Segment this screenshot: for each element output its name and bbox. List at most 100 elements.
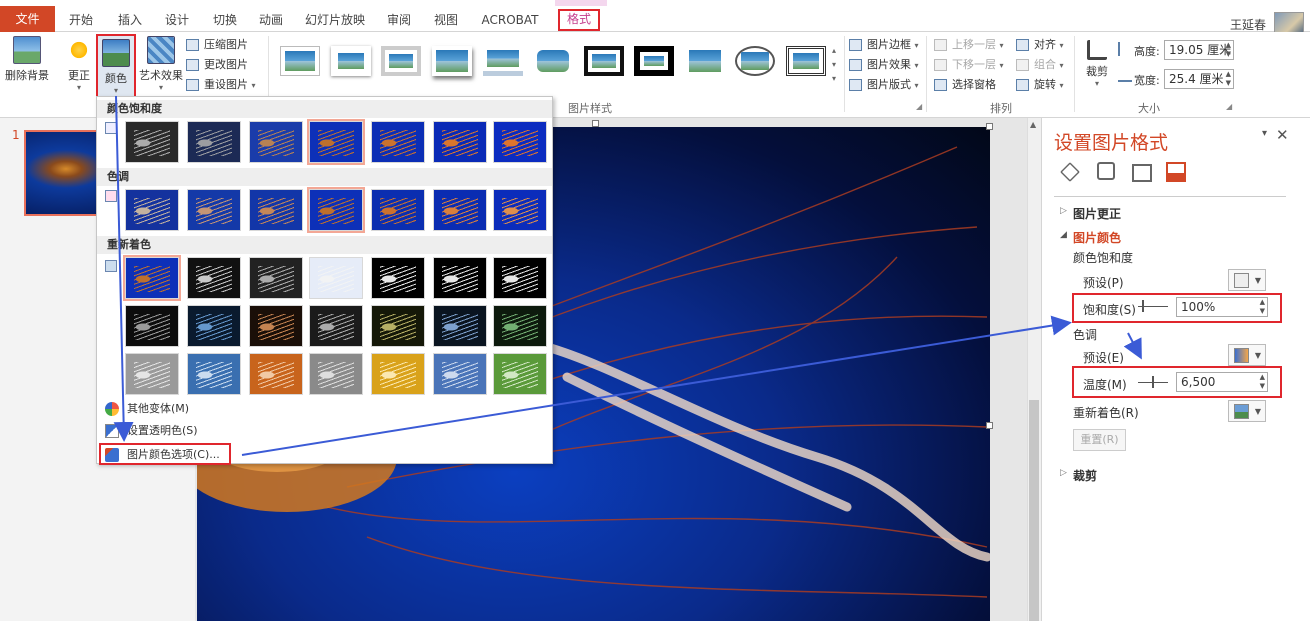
expand-arrow-icon[interactable]: ▷ — [1060, 206, 1067, 216]
close-icon[interactable]: ✕ — [1276, 126, 1289, 144]
group-button[interactable]: 组合 ▾ — [1016, 56, 1064, 74]
color-swatch[interactable] — [493, 257, 547, 299]
artistic-effects-button[interactable]: 艺术效果 ▾ — [138, 36, 184, 92]
more-variations-item[interactable]: 其他变体(M) — [101, 399, 189, 419]
color-swatch[interactable] — [371, 305, 425, 347]
color-swatch[interactable] — [371, 189, 425, 231]
picture-effects-button[interactable]: 图片效果 ▾ — [849, 56, 919, 74]
color-swatch[interactable] — [371, 353, 425, 395]
picture-style-3[interactable] — [381, 46, 421, 76]
reset-button[interactable]: 重置(R) — [1073, 429, 1126, 451]
color-swatch[interactable] — [187, 353, 241, 395]
spin-arrows-icon[interactable]: ▲ ▼ — [1226, 41, 1231, 59]
tone-presets-dropdown[interactable]: ▼ — [1228, 344, 1266, 366]
spin-arrows-icon[interactable]: ▲ ▼ — [1226, 70, 1231, 88]
color-swatch[interactable] — [433, 305, 487, 347]
expand-arrow-icon[interactable]: ▷ — [1060, 468, 1067, 478]
color-swatch[interactable] — [187, 257, 241, 299]
color-swatch[interactable] — [249, 305, 303, 347]
crop-section[interactable]: 裁剪 — [1073, 467, 1097, 484]
temperature-input[interactable]: 6,500 ▲ ▼ — [1176, 372, 1268, 392]
gallery-scroll-up-icon[interactable]: ▴ — [832, 46, 836, 55]
pane-options-icon[interactable]: ▾ — [1262, 128, 1267, 139]
color-swatch[interactable] — [433, 121, 487, 163]
align-button[interactable]: 对齐 ▾ — [1016, 36, 1064, 54]
picture-color-options-item[interactable]: 图片颜色选项(C)... — [99, 443, 231, 465]
tab-view[interactable]: 视图 — [431, 10, 461, 32]
color-swatch[interactable] — [433, 257, 487, 299]
picture-style-1[interactable] — [280, 46, 320, 76]
tab-transitions[interactable]: 切换 — [210, 10, 240, 32]
color-swatch[interactable] — [125, 353, 179, 395]
color-swatch[interactable] — [493, 121, 547, 163]
gallery-scroll-down-icon[interactable]: ▾ — [832, 60, 836, 69]
color-swatch[interactable] — [307, 187, 365, 233]
picture-style-11[interactable] — [786, 46, 826, 76]
reset-picture-button[interactable]: 重设图片 ▾ — [186, 76, 256, 94]
color-swatch[interactable] — [187, 121, 241, 163]
color-swatch[interactable] — [371, 257, 425, 299]
tab-home[interactable]: 开始 — [66, 10, 96, 32]
picture-border-button[interactable]: 图片边框 ▾ — [849, 36, 919, 54]
color-swatch[interactable] — [371, 121, 425, 163]
size-properties-tab-icon[interactable] — [1132, 164, 1152, 182]
recolor-dropdown[interactable]: ▼ — [1228, 400, 1266, 422]
compress-pictures-button[interactable]: 压缩图片 — [186, 36, 248, 54]
dialog-launcher-icon[interactable]: ◢ — [1226, 102, 1232, 111]
picture-color-section[interactable]: 图片颜色 — [1073, 229, 1121, 246]
tab-file[interactable]: 文件 — [0, 6, 55, 32]
resize-handle-top-right[interactable] — [986, 123, 993, 130]
color-swatch[interactable] — [309, 257, 363, 299]
picture-style-9[interactable] — [685, 46, 725, 76]
tab-format[interactable]: 格式 — [558, 9, 600, 31]
color-swatch[interactable] — [493, 189, 547, 231]
width-input[interactable]: 25.4 厘米 ▲ ▼ — [1164, 69, 1234, 89]
color-swatch[interactable] — [493, 353, 547, 395]
picture-style-2[interactable] — [331, 46, 371, 76]
user-name[interactable]: 王延春 — [1230, 16, 1266, 33]
spin-arrows-icon[interactable]: ▲ ▼ — [1260, 298, 1265, 316]
spin-arrows-icon[interactable]: ▲ ▼ — [1260, 373, 1265, 391]
color-swatch[interactable] — [309, 305, 363, 347]
picture-corrections-section[interactable]: 图片更正 — [1073, 205, 1121, 222]
dialog-launcher-icon[interactable]: ◢ — [916, 102, 922, 111]
rotate-button[interactable]: 旋转 ▾ — [1016, 76, 1064, 94]
color-swatch[interactable] — [309, 353, 363, 395]
picture-style-8[interactable] — [634, 46, 674, 76]
color-swatch[interactable] — [187, 189, 241, 231]
bring-forward-button[interactable]: 上移一层 ▾ — [934, 36, 1004, 54]
color-swatch[interactable] — [187, 305, 241, 347]
collapse-arrow-icon[interactable]: ◢ — [1060, 230, 1067, 240]
picture-tab-icon[interactable] — [1166, 162, 1186, 182]
temperature-slider-thumb[interactable] — [1152, 376, 1154, 388]
tab-slideshow[interactable]: 幻灯片放映 — [305, 10, 365, 32]
effects-tab-icon[interactable] — [1097, 162, 1115, 180]
send-backward-button[interactable]: 下移一层 ▾ — [934, 56, 1004, 74]
color-swatch[interactable] — [249, 121, 303, 163]
resize-handle-right[interactable] — [986, 422, 993, 429]
scroll-up-icon[interactable]: ▲ — [1030, 120, 1036, 129]
tab-design[interactable]: 设计 — [162, 10, 192, 32]
picture-style-6[interactable] — [533, 46, 573, 76]
color-swatch[interactable] — [249, 257, 303, 299]
remove-background-button[interactable]: 删除背景 — [4, 36, 50, 83]
color-swatch[interactable] — [123, 255, 181, 301]
tab-review[interactable]: 审阅 — [384, 10, 414, 32]
color-swatch[interactable] — [125, 189, 179, 231]
corrections-button[interactable]: 更正 ▾ — [62, 36, 96, 92]
color-swatch[interactable] — [249, 353, 303, 395]
saturation-presets-dropdown[interactable]: ▼ — [1228, 269, 1266, 291]
saturation-slider-thumb[interactable] — [1142, 300, 1144, 312]
color-swatch[interactable] — [433, 353, 487, 395]
height-input[interactable]: 19.05 厘米 ▲ ▼ — [1164, 40, 1234, 60]
color-swatch[interactable] — [493, 305, 547, 347]
color-swatch[interactable] — [249, 189, 303, 231]
gallery-more-icon[interactable]: ▾ — [832, 74, 836, 83]
saturation-input[interactable]: 100% ▲ ▼ — [1176, 297, 1268, 317]
change-picture-button[interactable]: 更改图片 — [186, 56, 248, 74]
picture-style-4[interactable] — [432, 46, 472, 76]
color-button[interactable]: 颜色 ▾ — [96, 34, 136, 98]
rotate-handle[interactable] — [592, 120, 599, 127]
color-swatch[interactable] — [125, 305, 179, 347]
picture-style-10[interactable] — [735, 46, 775, 76]
